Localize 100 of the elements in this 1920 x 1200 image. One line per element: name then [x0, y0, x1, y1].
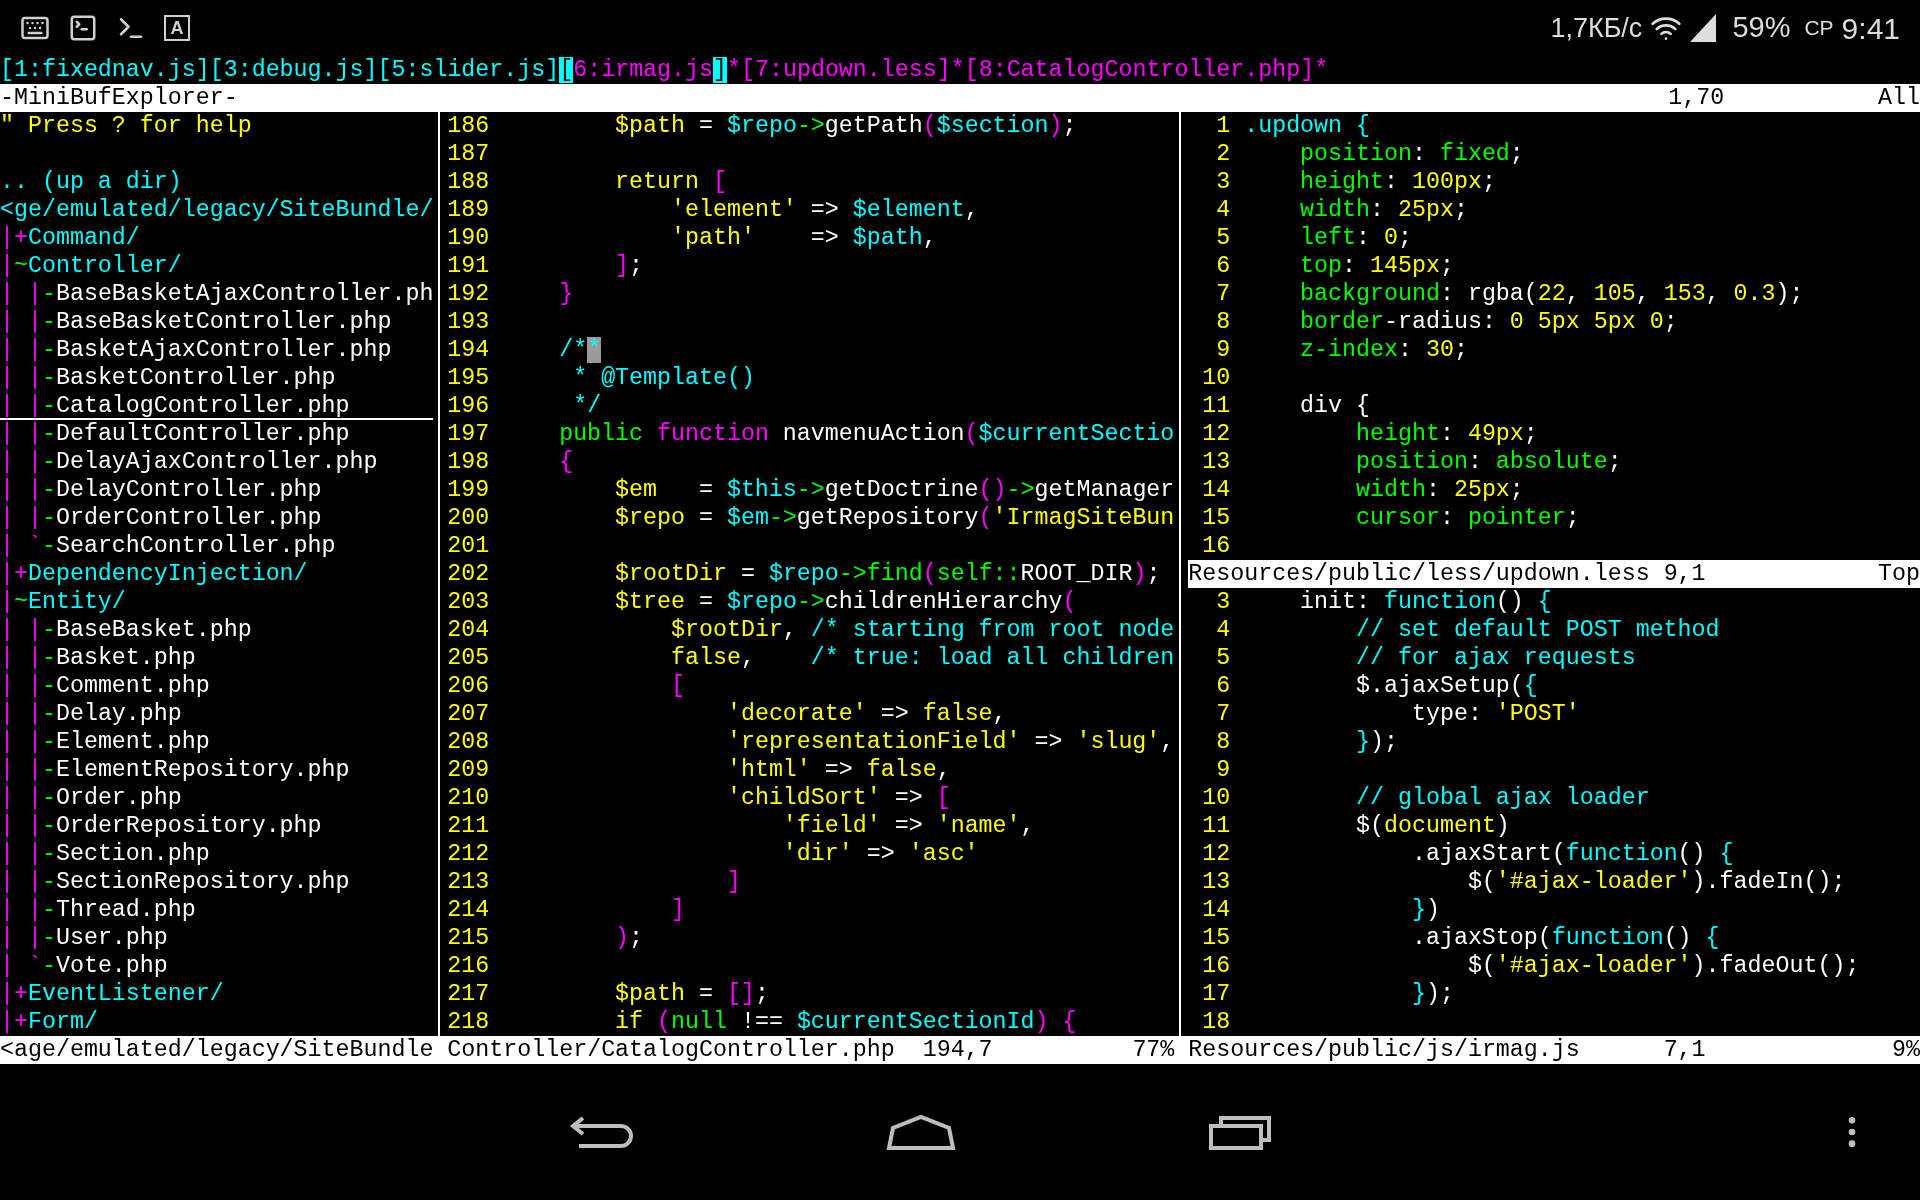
- back-icon[interactable]: [569, 1114, 635, 1150]
- tree-folder[interactable]: |+Form/: [0, 1008, 98, 1036]
- line-number: 213: [447, 868, 490, 896]
- buffer-tab[interactable]: [6:irmag.js]*: [559, 56, 741, 84]
- buffer-tab[interactable]: [3:debug.js]: [209, 56, 378, 84]
- line-number: 197: [447, 420, 490, 448]
- line-number: 12: [1201, 420, 1231, 448]
- tree-file[interactable]: | |-DelayAjaxController.php: [0, 448, 434, 476]
- help-text: " Press ? for help: [0, 112, 253, 140]
- tree-file[interactable]: | |-Element.php: [0, 728, 434, 756]
- buffer-tab[interactable]: [1:fixednav.js]: [0, 56, 210, 84]
- line-number: 1: [1215, 112, 1231, 140]
- code-line: if (null !== $currentSectionId) {: [614, 1008, 1077, 1036]
- tree-folder[interactable]: |+EventListener/: [0, 980, 224, 1008]
- code-line: 'path' => $path,: [670, 224, 937, 252]
- code-line: z-index: 30;: [1299, 336, 1468, 364]
- code-line: // global ajax loader: [1355, 784, 1650, 812]
- code-line: $.ajaxSetup({: [1355, 672, 1538, 700]
- line-number: 16: [1201, 952, 1231, 980]
- line-number: 5: [1215, 644, 1231, 672]
- tree-file[interactable]: | |-DelayController.php: [0, 476, 434, 504]
- cursor-position: 9,1: [1663, 560, 1707, 588]
- line-number: 14: [1201, 896, 1231, 924]
- line-number: 199: [447, 476, 490, 504]
- code-line: 'field' => 'name',: [781, 812, 1035, 840]
- line-number: 7: [1215, 280, 1231, 308]
- tree-file[interactable]: | |-Thread.php: [0, 896, 434, 924]
- tree-folder[interactable]: |+Command/: [0, 224, 140, 252]
- tree-folder[interactable]: |+DependencyInjection/: [0, 560, 308, 588]
- line-number: 208: [447, 728, 490, 756]
- parent-dir-link[interactable]: .. (up a dir): [0, 168, 182, 196]
- buffer-tab[interactable]: [7:updown.less]*: [741, 56, 965, 84]
- code-line: public function navmenuAction($currentSectio: [558, 420, 1175, 448]
- home-icon[interactable]: [885, 1114, 957, 1150]
- code-line: border-radius: 0 5px 5px 0;: [1299, 308, 1678, 336]
- tree-file[interactable]: | |-DefaultController.php: [0, 420, 434, 448]
- line-number: 7: [1215, 700, 1231, 728]
- code-line: .ajaxStop(function() {: [1410, 924, 1720, 952]
- line-number: 6: [1215, 252, 1231, 280]
- tree-file[interactable]: | |-BaseBasketController.php: [0, 308, 434, 336]
- tree-file[interactable]: | |-BaseBasketAjaxController.ph: [0, 280, 434, 308]
- file-path: Resources/public/less/updown.less: [1188, 560, 1651, 588]
- line-number: 186: [447, 112, 490, 140]
- tree-file[interactable]: | |-BasketAjaxController.php: [0, 336, 434, 364]
- tree-file[interactable]: | |-Delay.php: [0, 700, 434, 728]
- line-number: 214: [447, 896, 490, 924]
- tree-file[interactable]: | |-Comment.php: [0, 672, 434, 700]
- line-number: 17: [1201, 980, 1231, 1008]
- code-line: .updown {: [1244, 112, 1371, 140]
- tree-file[interactable]: | `-Vote.php: [0, 952, 434, 980]
- line-number: 3: [1215, 168, 1231, 196]
- line-number: 9: [1215, 756, 1231, 784]
- tree-file[interactable]: | |-Basket.php: [0, 644, 434, 672]
- line-number: 205: [447, 644, 490, 672]
- buffer-tab[interactable]: [8:CatalogController.php]*: [964, 56, 1329, 84]
- code-line: position: absolute;: [1355, 448, 1622, 476]
- terminal-icon: [68, 13, 98, 43]
- tree-file[interactable]: | |-OrderRepository.php: [0, 812, 434, 840]
- code-line: ]: [725, 868, 741, 896]
- cursor-position: 7,1: [1663, 1036, 1707, 1064]
- code-line: false, /* true: load all children: [670, 644, 1175, 672]
- code-line: background: rgba(22, 105, 153, 0.3);: [1299, 280, 1804, 308]
- code-line: top: 145px;: [1299, 252, 1454, 280]
- buffer-name: -MiniBufExplorer-: [0, 84, 239, 112]
- tree-file[interactable]: | |-ElementRepository.php: [0, 756, 434, 784]
- line-number: 218: [447, 1008, 490, 1036]
- code-line: /**: [558, 336, 602, 364]
- tree-file[interactable]: | |-SectionRepository.php: [0, 868, 434, 896]
- line-number: 192: [447, 280, 490, 308]
- line-number: 216: [447, 952, 490, 980]
- tree-folder[interactable]: |~Controller/: [0, 252, 182, 280]
- line-number: 193: [447, 308, 490, 336]
- tree-file[interactable]: | |-Order.php: [0, 784, 434, 812]
- line-number: 215: [447, 924, 490, 952]
- code-line: 'dir' => 'asc': [781, 840, 979, 868]
- tree-file[interactable]: | |-OrderController.php: [0, 504, 434, 532]
- tree-file[interactable]: | |-BasketController.php: [0, 364, 434, 392]
- code-line: 'element' => $element,: [670, 196, 979, 224]
- tree-file[interactable]: | |-Section.php: [0, 840, 434, 868]
- code-line: width: 25px;: [1355, 476, 1524, 504]
- code-line: * @Template(): [572, 364, 755, 392]
- tree-file[interactable]: | |-BaseBasket.php: [0, 616, 434, 644]
- tree-file[interactable]: | |-User.php: [0, 924, 434, 952]
- line-number: 194: [447, 336, 490, 364]
- line-number: 13: [1201, 868, 1231, 896]
- code-line: // for ajax requests: [1355, 644, 1636, 672]
- code-line: 'decorate' => false,: [725, 700, 1007, 728]
- tree-folder[interactable]: |~Entity/: [0, 588, 126, 616]
- recent-apps-icon[interactable]: [1207, 1114, 1273, 1150]
- line-number: 206: [447, 672, 490, 700]
- buffer-tab[interactable]: [5:slider.js]: [377, 56, 560, 84]
- app-icon: A: [164, 15, 190, 41]
- tree-file[interactable]: | `-SearchController.php: [0, 532, 434, 560]
- tree-file[interactable]: | |-CatalogController.php: [0, 392, 434, 420]
- line-number: 191: [447, 252, 490, 280]
- line-number: 196: [447, 392, 490, 420]
- line-number: 16: [1201, 532, 1231, 560]
- line-number: 210: [447, 784, 490, 812]
- line-number: 211: [447, 812, 490, 840]
- line-number: 201: [447, 532, 490, 560]
